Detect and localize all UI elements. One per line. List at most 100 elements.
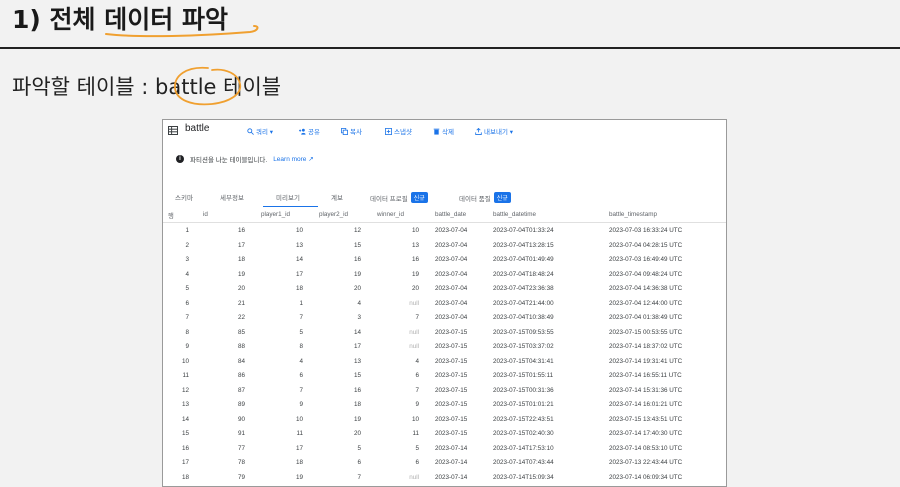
table-cell: 2023-07-15	[435, 401, 468, 408]
table-cell: 7	[415, 314, 419, 321]
table-row: 10 84 4 13 4 2023-07-15 2023-07-15T04:31:41 202…	[163, 355, 726, 369]
tab-schema[interactable]: 스키마	[175, 192, 193, 202]
partition-info-text: 파티션을 나눈 테이블입니다.	[190, 157, 268, 164]
table-cell: 9	[185, 343, 189, 350]
table-cell: 2023-07-14 08:53:10 UTC	[609, 444, 683, 452]
table-cell: 14	[295, 256, 303, 263]
table-cell: 2023-07-14 16:01:21 UTC	[609, 401, 683, 408]
table-row: 9 88 8 17 null 2023-07-15 2023-07-15T03:37:02 2…	[163, 340, 726, 354]
table-cell: 16	[353, 386, 361, 394]
column-header: winner_id	[377, 211, 404, 218]
tab-details[interactable]: 세부정보	[220, 192, 244, 202]
column-header: player2_id	[319, 211, 349, 218]
table-cell: 2023-07-15	[435, 328, 468, 336]
table-cell: 6	[357, 459, 361, 466]
tab-preview-label: 미리보기	[276, 195, 300, 202]
table-cell: 2023-07-15T01:55:11	[493, 372, 554, 379]
table-cell: 5	[357, 444, 361, 452]
table-cell: 1	[185, 227, 189, 234]
tab-lineage[interactable]: 계보	[331, 192, 343, 202]
table-cell: 3	[357, 314, 361, 321]
table-cell: 19	[411, 270, 419, 278]
tab-data-profile-label: 데이터 프로필	[370, 195, 408, 203]
table-cell: 4	[185, 270, 189, 278]
table-cell: 2023-07-04T18:48:24	[493, 270, 554, 278]
tab-details-label: 세부정보	[220, 195, 244, 202]
copy-button-label: 복사	[350, 129, 362, 136]
table-cell: 17	[181, 459, 189, 466]
table-cell: 18	[181, 473, 189, 481]
table-cell: 2023-07-04	[435, 285, 468, 292]
tab-data-quality[interactable]: 데이터 품질 신규	[459, 192, 511, 203]
export-button-label: 내보내기 ▾	[484, 129, 513, 136]
sub-heading-highlight: battle	[155, 75, 217, 99]
table-cell: 18	[237, 256, 245, 263]
tab-preview[interactable]: 미리보기	[276, 192, 300, 202]
table-cell: 10	[411, 415, 419, 423]
table-cell: 17	[295, 270, 303, 278]
table-cell: 4	[357, 299, 361, 307]
table-cell: 5	[415, 444, 419, 452]
table-cell: null	[409, 473, 419, 481]
table-cell: 22	[237, 314, 245, 321]
table-cell: 2023-07-04 09:48:24 UTC	[609, 270, 683, 278]
copy-button[interactable]: 복사	[341, 126, 362, 136]
table-cell: 2023-07-04	[435, 299, 468, 307]
table-cell: 5	[185, 285, 189, 292]
table-cell: 8	[185, 328, 189, 336]
table-cell: 17	[353, 343, 361, 350]
header-divider	[163, 222, 726, 223]
table-cell: 6	[299, 372, 303, 379]
table-header-row: 행 id player1_id player2_id winner_id bat…	[163, 208, 726, 222]
tab-bar: 스키마 세부정보 미리보기 계보 데이터 프로필 신규 데이터 품질 신규	[163, 190, 726, 206]
trash-icon	[433, 128, 440, 135]
table-cell: 5	[299, 328, 303, 336]
table-cell: 10	[295, 415, 303, 423]
title-divider	[0, 47, 900, 49]
table-cell: 84	[237, 357, 245, 365]
column-header: id	[203, 211, 208, 218]
table-cell: null	[409, 328, 419, 336]
share-button-label: 공유	[308, 129, 320, 136]
export-button[interactable]: 내보내기 ▾	[475, 126, 513, 136]
snapshot-button[interactable]: 스냅샷	[385, 126, 412, 136]
share-button[interactable]: 공유	[299, 126, 320, 136]
table-cell: 2023-07-13 22:43:44 UTC	[609, 459, 683, 466]
table-cell: 17	[295, 444, 303, 452]
table-cell: 2023-07-15 13:43:51 UTC	[609, 415, 683, 423]
table-cell: 2023-07-15	[435, 343, 468, 350]
table-cell: 4	[415, 357, 419, 365]
table-cell: 2023-07-14	[435, 459, 468, 466]
delete-button[interactable]: 삭제	[433, 126, 454, 136]
table-panel: battle 쿼리 ▾ 공유 복사 스냅샷 삭제 내보내기 ▾ i 파티션을 나…	[162, 119, 727, 487]
partition-info: i 파티션을 나눈 테이블입니다. Learn more ↗	[176, 154, 314, 164]
query-button[interactable]: 쿼리 ▾	[247, 126, 273, 136]
table-row: 15 91 11 20 11 2023-07-15 2023-07-15T02:40:30 2…	[163, 427, 726, 441]
table-cell: 3	[185, 256, 189, 263]
table-cell: 2023-07-04T13:28:15	[493, 241, 554, 249]
table-cell: 88	[237, 343, 245, 350]
tab-data-profile[interactable]: 데이터 프로필 신규	[370, 192, 428, 203]
table-cell: 90	[237, 415, 245, 423]
table-cell: 2023-07-14	[435, 444, 468, 452]
table-cell: 15	[353, 241, 361, 249]
table-cell: 13	[295, 241, 303, 249]
table-cell: 2023-07-03 16:33:24 UTC	[609, 227, 683, 234]
table-cell: 2023-07-15T22:43:51	[493, 415, 554, 423]
table-cell: 2023-07-15T01:01:21	[493, 401, 554, 408]
table-row: 2 17 13 15 13 2023-07-04 2023-07-04T13:28:15 20…	[163, 239, 726, 253]
table-row: 4 19 17 19 19 2023-07-04 2023-07-04T18:48:24 20…	[163, 268, 726, 282]
table-cell: 13	[353, 357, 361, 365]
copy-icon	[341, 127, 348, 135]
learn-more-link[interactable]: Learn more ↗	[273, 155, 314, 163]
table-cell: 19	[295, 473, 303, 481]
table-cell: 12	[353, 227, 361, 234]
table-cell: 9	[299, 401, 303, 408]
table-row: 12 87 7 16 7 2023-07-15 2023-07-15T00:31:36 202…	[163, 384, 726, 398]
sub-heading-suffix: 테이블	[216, 75, 282, 99]
table-cell: 19	[353, 415, 361, 423]
table-cell: 6	[415, 459, 419, 466]
table-cell: 89	[237, 401, 245, 408]
table-cell: 2023-07-14 18:37:02 UTC	[609, 343, 683, 350]
table-row: 1 16 10 12 10 2023-07-04 2023-07-04T01:33:24 20…	[163, 224, 726, 238]
